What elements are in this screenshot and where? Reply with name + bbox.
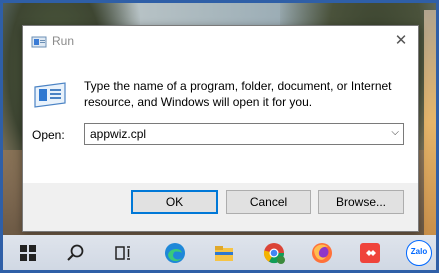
wallpaper-strip xyxy=(424,10,439,235)
firefox-icon[interactable] xyxy=(310,241,334,265)
browse-button[interactable]: Browse... xyxy=(318,190,404,214)
dialog-title: Run xyxy=(52,34,75,48)
dialog-description: Type the name of a program, folder, docu… xyxy=(84,79,392,109)
dialog-content: Type the name of a program, folder, docu… xyxy=(23,57,418,183)
search-icon[interactable] xyxy=(64,241,88,265)
run-icon xyxy=(31,36,47,48)
run-dialog: Run ✕ Type the name of a program, folder… xyxy=(22,25,419,232)
file-explorer-icon[interactable] xyxy=(212,241,236,265)
open-label: Open: xyxy=(32,128,65,142)
start-icon[interactable] xyxy=(16,241,40,265)
anydesk-icon[interactable] xyxy=(358,241,382,265)
file-explorer-running-indicator xyxy=(212,270,236,272)
zalo-label: Zalo xyxy=(410,247,428,256)
title-bar[interactable]: Run ✕ xyxy=(23,26,418,57)
open-combobox[interactable]: appwiz.cpl ⌵ xyxy=(84,123,404,145)
zalo-icon[interactable]: Zalo xyxy=(406,240,432,266)
edge-icon[interactable] xyxy=(163,241,187,265)
close-icon: ✕ xyxy=(394,32,408,49)
close-button[interactable]: ✕ xyxy=(392,32,410,50)
cancel-button[interactable]: Cancel xyxy=(226,190,311,214)
open-input-value[interactable]: appwiz.cpl xyxy=(90,127,146,141)
chevron-down-icon[interactable]: ⌵ xyxy=(391,127,399,138)
taskbar: Zalo xyxy=(0,235,439,273)
run-app-icon xyxy=(34,82,66,108)
chrome-icon[interactable] xyxy=(262,241,286,265)
task-view-icon[interactable] xyxy=(111,241,135,265)
ok-button[interactable]: OK xyxy=(131,190,218,214)
